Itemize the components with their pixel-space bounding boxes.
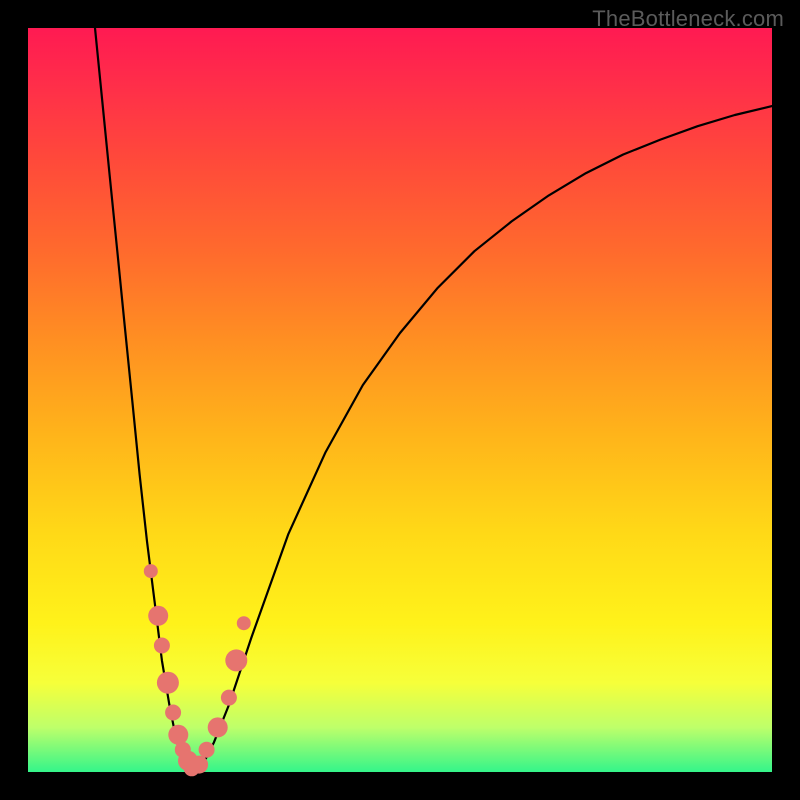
curve-marker [221, 690, 237, 706]
curve-marker [165, 705, 181, 721]
bottleneck-curve [28, 28, 772, 772]
curve-line [95, 28, 772, 772]
curve-marker [148, 606, 168, 626]
plot-area [28, 28, 772, 772]
chart-frame: TheBottleneck.com [0, 0, 800, 800]
curve-marker [225, 649, 247, 671]
curve-marker [144, 564, 158, 578]
curve-marker [199, 742, 215, 758]
curve-marker [208, 717, 228, 737]
marker-layer [144, 564, 251, 776]
curve-marker [168, 725, 188, 745]
watermark-text: TheBottleneck.com [592, 6, 784, 32]
curve-marker [237, 616, 251, 630]
curve-marker [190, 756, 208, 774]
curve-marker [154, 638, 170, 654]
curve-marker [157, 672, 179, 694]
